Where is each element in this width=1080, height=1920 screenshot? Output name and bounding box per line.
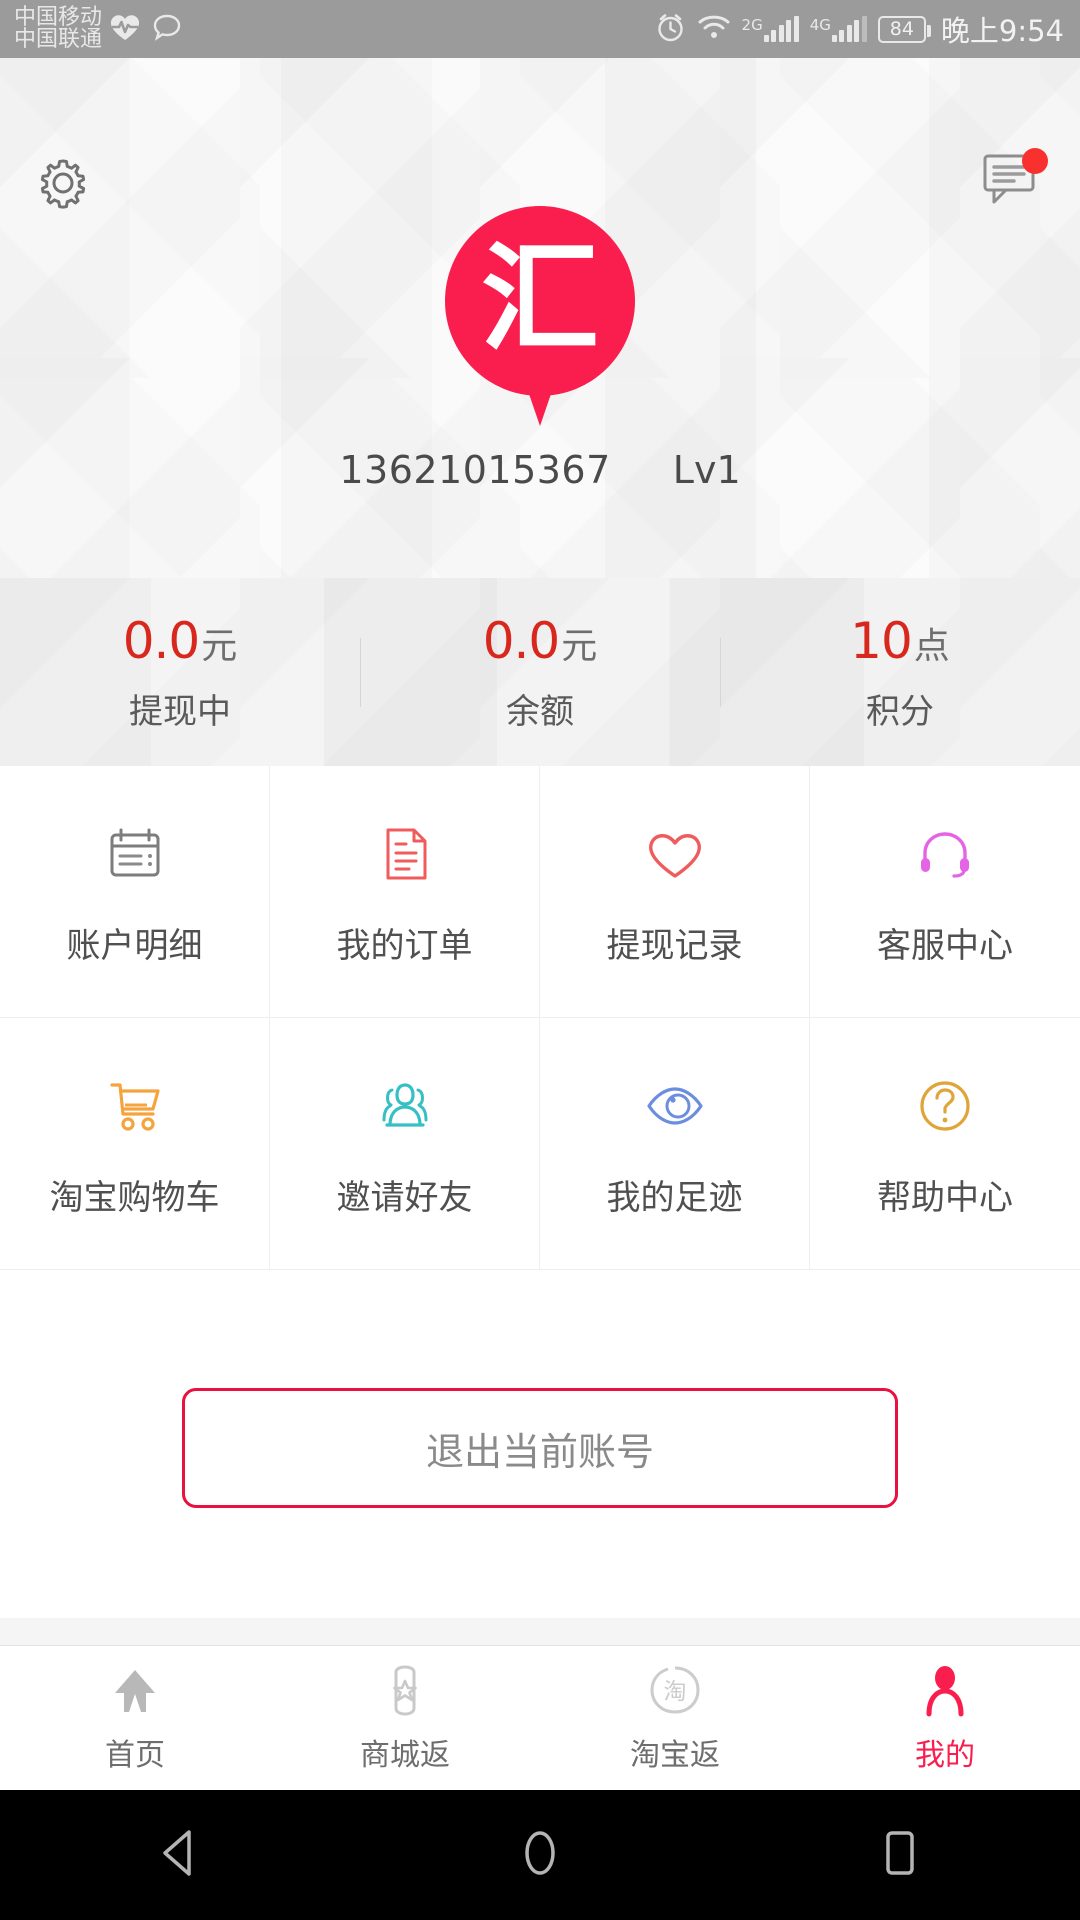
app-screen: 中国移动 中国联通 2G 4G 84 晚上9:54 汇 13621015367 … [0, 0, 1080, 1920]
signal-bars-1 [763, 16, 799, 42]
back-triangle-icon[interactable] [155, 1826, 205, 1884]
recents-button[interactable] [840, 1815, 960, 1895]
tab-taobao-rebate[interactable]: 淘 淘宝返 [540, 1646, 810, 1790]
home-circle-icon[interactable] [515, 1826, 565, 1884]
headset-icon [909, 816, 981, 892]
shopping-cart-icon [99, 1068, 171, 1144]
user-level: Lv1 [672, 448, 741, 492]
ledger-icon [99, 816, 171, 892]
status-right-icons: 2G 4G 84 晚上9:54 [655, 8, 1064, 50]
network-2g-indicator: 2G [742, 16, 799, 42]
grid-item-my-orders[interactable]: 我的订单 [270, 766, 540, 1018]
status-time: 晚上9:54 [940, 14, 1064, 48]
grid-item-account-detail[interactable]: 账户明细 [0, 766, 270, 1018]
status-bar: 中国移动 中国联通 2G 4G 84 晚上9:54 [0, 0, 1080, 58]
stat-number: 10 [850, 611, 913, 670]
grid-item-label: 账户明细 [66, 926, 203, 966]
heart-icon [639, 816, 711, 892]
profile-header: 汇 13621015367 Lv1 [0, 58, 1080, 578]
stat-value: 0.0元 [0, 612, 360, 670]
battery-level: 84 [889, 18, 914, 40]
wifi-icon [697, 13, 731, 45]
logout-button[interactable]: 退出当前账号 [182, 1388, 898, 1508]
stat-value: 10点 [720, 612, 1080, 670]
stat-value: 0.0元 [360, 612, 720, 670]
android-nav-bar [0, 1790, 1080, 1920]
avatar[interactable]: 汇 [445, 206, 635, 428]
signal-bars-2 [831, 16, 867, 42]
stat-label: 积分 [866, 691, 934, 732]
grid-item-label: 帮助中心 [877, 1178, 1013, 1218]
avatar-circle[interactable]: 汇 [445, 206, 635, 396]
grid-item-label: 客服中心 [877, 926, 1013, 966]
messages-button[interactable] [982, 148, 1048, 212]
stat-label: 提现中 [129, 691, 231, 732]
net-4g-label: 4G [809, 16, 831, 34]
svg-text:淘: 淘 [664, 1679, 687, 1705]
feature-grid: 账户明细 我的订单 提现记录 客服中心 淘宝购物车 邀请好友 我的足迹 帮助中心 [0, 766, 1080, 1270]
grid-item-label: 提现记录 [606, 926, 743, 966]
network-4g-indicator: 4G [810, 16, 867, 42]
stat-unit: 点 [913, 625, 950, 667]
carrier-labels: 中国移动 中国联通 [14, 4, 103, 52]
user-phone: 13621015367 [339, 448, 611, 492]
grid-item-label: 我的足迹 [606, 1178, 743, 1218]
carrier-1: 中国移动 [14, 4, 103, 30]
people-group-icon [369, 1068, 441, 1144]
message-icon[interactable] [982, 154, 1040, 212]
person-icon [918, 1662, 972, 1718]
grid-item-label: 我的订单 [336, 926, 473, 966]
user-identity: 13621015367 Lv1 [0, 448, 1080, 492]
grid-item-customer-service[interactable]: 客服中心 [810, 766, 1080, 1018]
grid-item-my-footprints[interactable]: 我的足迹 [540, 1018, 810, 1270]
heart-pulse-icon [108, 12, 142, 46]
stat-unit: 元 [561, 625, 598, 667]
battery-indicator: 84 [877, 15, 931, 43]
question-circle-icon [909, 1068, 981, 1144]
bottom-tab-bar: 首页 商城返 淘 淘宝返 我的 [0, 1645, 1080, 1790]
grid-item-withdraw-records[interactable]: 提现记录 [540, 766, 810, 1018]
gear-icon[interactable] [34, 159, 92, 216]
message-badge-dot [1022, 148, 1048, 174]
stat-label: 余额 [506, 691, 574, 732]
tab-label: 商城返 [360, 1738, 450, 1773]
net-2g-label: 2G [741, 16, 763, 34]
stat-withdrawing[interactable]: 0.0元 提现中 [0, 612, 360, 733]
grid-item-label: 淘宝购物车 [49, 1178, 220, 1218]
recents-square-icon[interactable] [875, 1826, 925, 1884]
grid-item-label: 邀请好友 [336, 1178, 473, 1218]
tab-home[interactable]: 首页 [0, 1646, 270, 1790]
stats-row: 0.0元 提现中 0.0元 余额 10点 积分 [0, 578, 1080, 766]
settings-button[interactable] [34, 154, 92, 212]
taobao-circle-icon: 淘 [648, 1662, 702, 1718]
grid-item-taobao-cart[interactable]: 淘宝购物车 [0, 1018, 270, 1270]
chat-bubble-icon [152, 12, 182, 46]
grid-item-help-center[interactable]: 帮助中心 [810, 1018, 1080, 1270]
eye-icon [639, 1068, 711, 1144]
stat-number: 0.0 [482, 611, 561, 670]
stat-number: 0.0 [122, 611, 201, 670]
tab-mall-rebate[interactable]: 商城返 [270, 1646, 540, 1790]
home-button[interactable] [480, 1815, 600, 1895]
stat-balance[interactable]: 0.0元 余额 [360, 612, 720, 733]
document-icon [369, 816, 441, 892]
tab-label: 我的 [915, 1738, 975, 1773]
back-button[interactable] [120, 1815, 240, 1895]
status-left-icons [108, 12, 182, 46]
carrier-2: 中国联通 [14, 27, 103, 52]
tab-mine[interactable]: 我的 [810, 1646, 1080, 1790]
stat-unit: 元 [201, 625, 238, 667]
tag-star-icon [378, 1662, 432, 1718]
tab-label: 首页 [105, 1738, 165, 1773]
tab-label: 淘宝返 [630, 1738, 720, 1773]
home-arrow-icon [108, 1662, 162, 1718]
avatar-letter: 汇 [480, 230, 599, 368]
grid-item-invite-friends[interactable]: 邀请好友 [270, 1018, 540, 1270]
logout-label: 退出当前账号 [425, 1429, 654, 1474]
stat-points[interactable]: 10点 积分 [720, 612, 1080, 733]
alarm-clock-icon [655, 12, 686, 47]
